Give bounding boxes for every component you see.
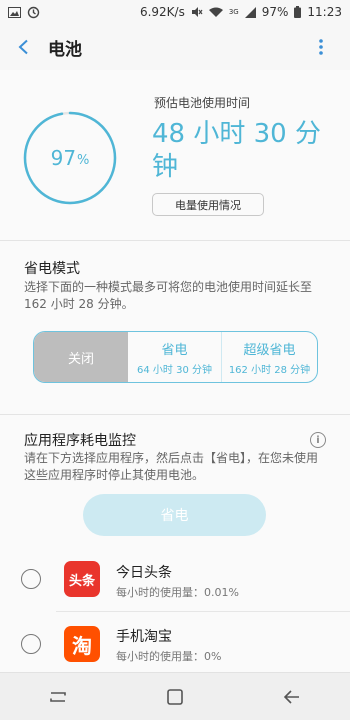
mute-icon	[191, 6, 203, 18]
toutiao-app-icon: 头条	[64, 561, 100, 597]
app-checkbox[interactable]	[21, 569, 41, 589]
app-row-toutiao[interactable]: 头条 今日头条 每小时的使用量：0.01%	[0, 548, 350, 610]
mode-power-saving-option[interactable]: 省电 64 小时 30 分钟	[128, 332, 222, 382]
back-nav-icon	[283, 689, 299, 704]
app-usage: 每小时的使用量：0%	[116, 650, 222, 663]
mode-off-option[interactable]: 关闭	[34, 332, 128, 382]
battery-icon	[294, 6, 302, 18]
back-nav-button[interactable]	[262, 673, 322, 720]
more-options-button[interactable]	[308, 34, 334, 60]
estimate-time: 48 小时 30 分钟	[152, 119, 321, 182]
app-row-taobao[interactable]: 淘 手机淘宝 每小时的使用量：0%	[0, 612, 350, 674]
back-button[interactable]	[0, 24, 46, 70]
sync-icon	[27, 6, 40, 19]
home-icon	[167, 688, 183, 705]
battery-percent: 97%	[261, 5, 289, 19]
mode-ultra-saving-option[interactable]: 超级省电 162 小时 28 分钟	[222, 332, 317, 382]
signal-icon	[244, 6, 256, 18]
battery-percent-display: 97%	[22, 110, 118, 206]
wifi-icon	[208, 7, 223, 18]
navigation-bar	[0, 672, 350, 720]
mode-off-label: 关闭	[67, 351, 94, 367]
mode-power-saving-time: 64 小时 30 分钟	[137, 364, 212, 376]
battery-percent-unit: %	[77, 152, 90, 168]
mode-power-saving-label: 省电	[161, 342, 188, 358]
app-name: 手机淘宝	[116, 629, 172, 645]
more-vertical-icon	[319, 39, 323, 55]
mode-ultra-saving-time: 162 小时 28 分钟	[228, 364, 311, 376]
home-button[interactable]	[145, 673, 205, 720]
app-name: 今日头条	[116, 565, 172, 581]
power-mode-selector: 关闭 省电 64 小时 30 分钟 超级省电 162 小时 28 分钟	[33, 331, 318, 383]
taobao-app-icon: 淘	[64, 626, 100, 662]
info-icon[interactable]: i	[310, 432, 326, 448]
app-monitor-description: 请在下方选择应用程序，然后点击【省电】，在您未使用这些应用程序时停止其使用电池。	[24, 451, 319, 482]
battery-usage-button[interactable]: 电量使用情况	[152, 193, 264, 216]
app-bar: 电池	[0, 24, 350, 70]
estimate-label: 预估电池使用时间	[154, 96, 251, 110]
page-title: 电池	[48, 39, 82, 60]
clock: 11:23	[307, 5, 342, 19]
signal-type: 3G	[228, 8, 239, 16]
status-bar: 6.92K/s 3G 97% 11:23	[0, 0, 350, 24]
app-checkbox[interactable]	[21, 634, 41, 654]
save-power-button[interactable]: 省电	[83, 494, 266, 536]
mode-ultra-saving-label: 超级省电	[243, 342, 296, 358]
recents-icon	[50, 691, 67, 702]
back-arrow-icon	[18, 39, 28, 55]
app-monitor-title: 应用程序耗电监控	[24, 433, 136, 449]
recents-button[interactable]	[28, 673, 88, 720]
power-mode-title: 省电模式	[24, 261, 80, 277]
gallery-icon	[8, 6, 21, 18]
app-usage: 每小时的使用量：0.01%	[116, 586, 239, 599]
power-mode-description: 选择下面的一种模式最多可将您的电池使用时间延长至 162 小时 28 分钟。	[24, 280, 313, 311]
net-speed: 6.92K/s	[139, 5, 185, 19]
battery-percent-value: 97	[50, 146, 77, 170]
